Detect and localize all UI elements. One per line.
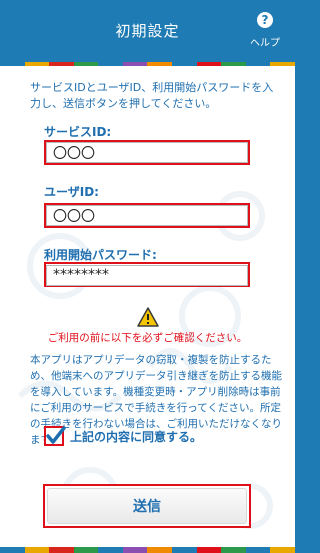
checkmark-icon bbox=[46, 426, 66, 444]
agreement-label: 上記の内容に同意する。 bbox=[70, 429, 203, 444]
service-id-highlight bbox=[44, 140, 250, 165]
help-label: ヘルプ bbox=[250, 38, 280, 49]
submit-highlight: 送信 bbox=[43, 484, 251, 528]
submit-button[interactable]: 送信 bbox=[47, 488, 247, 524]
password-label: 利用開始パスワード: bbox=[44, 248, 157, 262]
help-button[interactable]: ? ヘルプ bbox=[245, 12, 285, 54]
agreement-row[interactable]: 上記の内容に同意する。 bbox=[44, 426, 203, 446]
footer-color-stripe bbox=[0, 547, 295, 553]
help-icon: ? bbox=[257, 12, 273, 28]
service-id-input[interactable] bbox=[46, 142, 248, 163]
user-id-label: ユーザID: bbox=[44, 185, 99, 199]
main-content: サービスIDとユーザID、利用開始パスワードを入力し、送信ボタンを押してください… bbox=[0, 66, 295, 547]
agreement-checkbox[interactable] bbox=[44, 426, 66, 446]
intro-text: サービスIDとユーザID、利用開始パスワードを入力し、送信ボタンを押してください… bbox=[30, 81, 274, 110]
warning-icon bbox=[137, 307, 159, 327]
password-highlight bbox=[44, 262, 250, 287]
password-input[interactable] bbox=[46, 264, 248, 286]
caution-text: ご利用の前に以下を必ずご確認ください。 bbox=[47, 332, 248, 344]
user-id-highlight bbox=[44, 203, 250, 228]
user-id-input[interactable] bbox=[46, 205, 248, 226]
service-id-label: サービスID: bbox=[44, 125, 112, 139]
header-bar: 初期設定 ? ヘルプ bbox=[0, 0, 295, 62]
